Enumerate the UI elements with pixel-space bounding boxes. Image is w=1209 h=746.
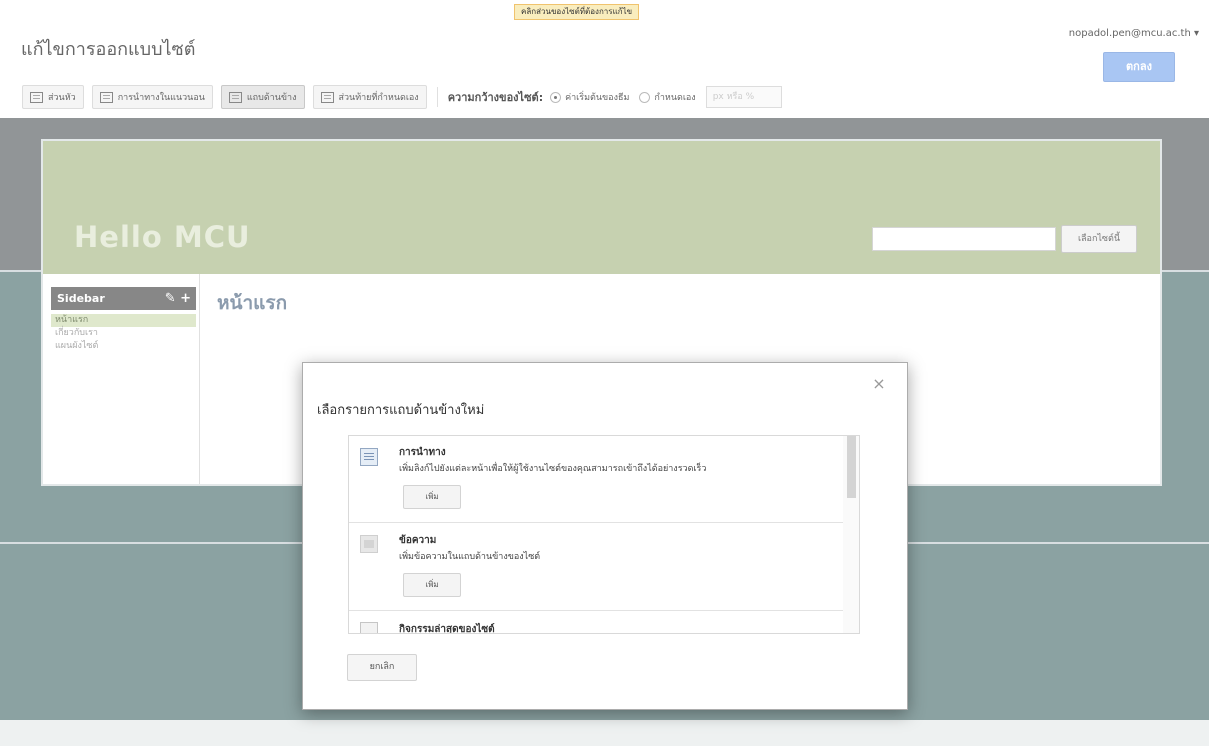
site-search-button[interactable]: เลือกไซต์นี้ [1061,225,1137,253]
site-width-label: ความกว้างของไซต์: [447,91,544,104]
width-default-option[interactable]: ค่าเริ่มต้นของธีม [550,90,629,104]
gadget-item-recent-activity: กิจกรรมล่าสุดของไซต์ [349,611,844,634]
sidebar-toggle-button[interactable]: แถบด้านข้าง [220,85,305,109]
width-custom-label: กำหนดเอง [654,93,696,103]
navigation-icon [360,448,378,466]
gadget-item-text: ข้อความ เพิ่มข้อความในแถบด้านข้างของไซต์… [349,523,844,611]
toolbar-divider [436,87,438,107]
horizontal-nav-toggle-button[interactable]: การนำทางในแนวนอน [91,85,213,109]
cancel-button[interactable]: ยกเลิก [347,654,417,681]
gadget-name: การนำทาง [399,447,446,458]
site-title: Hello MCU [74,220,251,254]
site-layout-editor: คลิกส่วนของไซต์ที่ต้องการแก้ไข แก้ไขการอ… [0,0,1209,746]
sidebar-item-about[interactable]: เกี่ยวกับเรา [51,327,196,340]
new-sidebar-item-dialog: × เลือกรายการแถบด้านข้างใหม่ การนำทาง เพ… [302,362,908,710]
sidebar-edit-add-icon[interactable]: ✎ + [165,287,191,310]
page-title: แก้ไขการออกแบบไซต์ [21,39,196,60]
footer-icon [320,91,334,103]
sidebar-icon [228,91,242,103]
site-search-input[interactable] [872,227,1056,251]
width-default-label: ค่าเริ่มต้นของธีม [565,93,630,103]
horizontal-nav-icon [99,91,113,103]
header-toggle-button[interactable]: ส่วนหัว [22,85,84,109]
site-header[interactable]: Hello MCU เลือกไซต์นี้ [43,141,1160,274]
account-menu[interactable]: nopadol.pen@mcu.ac.th ▾ [1069,28,1199,39]
text-icon [360,535,378,553]
add-navigation-button[interactable]: เพิ่ม [403,485,461,509]
width-custom-option[interactable]: กำหนดเอง [639,90,696,104]
header-toggle-label: ส่วนหัว [48,93,76,103]
width-default-radio[interactable] [550,91,562,103]
gadget-name: กิจกรรมล่าสุดของไซต์ [399,624,495,634]
sidebar-title: Sidebar [57,292,105,305]
ok-button[interactable]: ตกลง [1103,52,1175,82]
width-custom-radio[interactable] [639,91,651,103]
close-icon[interactable]: × [871,376,887,392]
custom-footer-toggle-button[interactable]: ส่วนท้ายที่กำหนดเอง [312,85,427,109]
dialog-title: เลือกรายการแถบด้านข้างใหม่ [317,403,485,418]
sidebar-header: Sidebar ✎ + [51,287,196,310]
preview-bottom-strip [0,720,1209,746]
sidebar-item-home[interactable]: หน้าแรก [51,314,196,327]
scrollbar-thumb[interactable] [847,436,856,498]
site-width-input[interactable]: px หรือ % [705,86,782,108]
add-text-button[interactable]: เพิ่ม [403,573,461,597]
gadget-list-scrollbar[interactable] [843,436,859,633]
gadget-list: การนำทาง เพิ่มลิงก์ไปยังแต่ละหน้าเพื่อให… [348,435,860,634]
gadget-name: ข้อความ [399,535,437,546]
edit-hint-tooltip: คลิกส่วนของไซต์ที่ต้องการแก้ไข [514,4,640,20]
sidebar-toggle-label: แถบด้านข้าง [246,93,297,103]
custom-footer-label: ส่วนท้ายที่กำหนดเอง [338,93,419,103]
layout-toolbar: ส่วนหัว การนำทางในแนวนอน แถบด้านข้าง ส่ว… [22,84,962,110]
activity-icon [360,622,378,633]
header-icon [30,91,43,103]
page-heading: หน้าแรก [217,292,288,314]
sidebar-item-sitemap[interactable]: แผนผังไซต์ [51,340,196,353]
site-sidebar[interactable]: Sidebar ✎ + หน้าแรก เกี่ยวกับเรา แผนผังไ… [43,274,200,484]
gadget-description: เพิ่มข้อความในแถบด้านข้างของไซต์ [399,552,541,562]
gadget-description: เพิ่มลิงก์ไปยังแต่ละหน้าเพื่อให้ผู้ใช้งา… [399,464,707,474]
gadget-item-navigation: การนำทาง เพิ่มลิงก์ไปยังแต่ละหน้าเพื่อให… [349,436,844,523]
horizontal-nav-label: การนำทางในแนวนอน [117,93,205,103]
